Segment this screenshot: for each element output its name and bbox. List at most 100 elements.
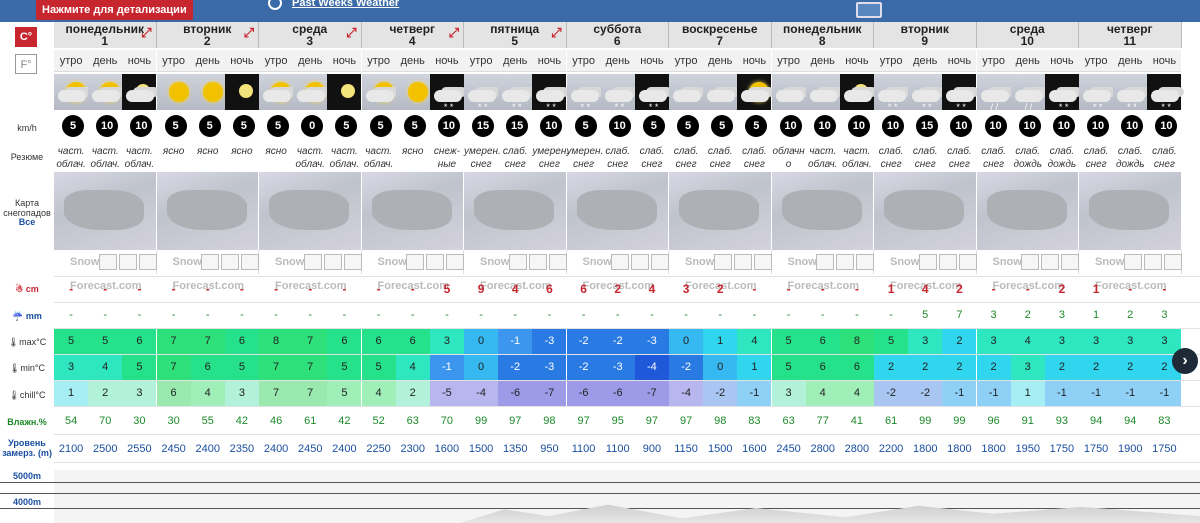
day-header[interactable]: понедельник 8	[771, 22, 874, 48]
time-of-day: утро	[771, 50, 806, 72]
share-icon[interactable]	[816, 254, 834, 270]
past-weeks-label[interactable]: Past Weeks Weather	[292, 0, 399, 9]
share-icon[interactable]	[1021, 254, 1039, 270]
day-header[interactable]: вторник 9	[874, 22, 977, 48]
rain-cell: -	[171, 309, 176, 321]
max-temp-cell: 5	[771, 328, 806, 354]
snow-map-thumbnail[interactable]	[54, 172, 157, 250]
snowflake-icon[interactable]	[651, 254, 669, 270]
summary-cell: слаб. дождь	[1047, 146, 1077, 170]
day-header[interactable]: четверг 11	[1079, 22, 1182, 48]
day-header[interactable]: среда 3 ⤢	[259, 22, 362, 48]
snow-map-thumbnail[interactable]	[1079, 172, 1182, 250]
next-arrow-icon[interactable]: ›	[1172, 348, 1198, 374]
share-icon[interactable]	[918, 254, 937, 270]
past-weeks-link[interactable]: Past Weeks Weather	[268, 0, 399, 10]
snow-map-thumbnail[interactable]	[669, 172, 772, 250]
wind-cell: 10	[1011, 112, 1045, 144]
summary-cell: умерен. снег	[532, 146, 570, 170]
snow-map-thumbnail[interactable]	[566, 172, 669, 250]
day-header[interactable]: вторник 2 ⤢	[156, 22, 259, 48]
wind-speed-icon: 5	[164, 115, 187, 137]
share-icon[interactable]	[611, 254, 629, 270]
snowflake-icon[interactable]	[138, 254, 157, 270]
expand-icon[interactable]: ⤢	[449, 26, 459, 39]
reply-icon[interactable]	[323, 254, 342, 270]
share-icon[interactable]	[98, 254, 117, 270]
humidity-cell: 30	[133, 415, 146, 427]
day-header[interactable]: пятница 5 ⤢	[464, 22, 567, 48]
reply-icon[interactable]	[733, 254, 752, 270]
share-icon[interactable]	[713, 254, 732, 270]
humidity-cell: 61	[304, 415, 317, 427]
freezing-level-cell: 2100	[58, 443, 84, 455]
expand-icon[interactable]: ⤢	[551, 26, 561, 39]
min-temp-cell: 5	[327, 354, 362, 380]
min-temp-cell: 4	[395, 354, 430, 380]
snowflake-icon[interactable]	[241, 254, 259, 270]
max-temp-cell: -1	[498, 328, 533, 354]
reply-icon[interactable]	[118, 254, 137, 270]
map-all-link[interactable]: Все	[0, 217, 54, 227]
day-header[interactable]: воскресенье 7	[669, 22, 772, 48]
summary-cell: ясно	[231, 146, 253, 157]
reply-icon[interactable]	[836, 254, 854, 270]
day-header[interactable]: суббота 6	[566, 22, 669, 48]
day-header[interactable]: четверг 4 ⤢	[361, 22, 464, 48]
snow-cell: -	[1162, 282, 1167, 296]
snow-cell: -	[205, 282, 210, 296]
snow-map-thumbnail[interactable]	[771, 172, 874, 250]
day-number: 11	[1123, 34, 1137, 48]
min-temp-cell: -2	[498, 354, 533, 380]
summary-cell: слаб. снег	[605, 146, 631, 170]
reply-icon[interactable]	[528, 254, 547, 270]
day-header[interactable]: понедельник 1 ⤢	[54, 22, 157, 48]
snow-map-thumbnail[interactable]	[156, 172, 259, 250]
snow-map-thumbnail[interactable]	[976, 172, 1079, 250]
brand-strip: Snow-Forecast.com	[669, 250, 772, 292]
reply-icon[interactable]	[938, 254, 957, 270]
freezing-level-cell: 2250	[366, 443, 391, 455]
fahrenheit-button[interactable]: F°	[15, 54, 37, 74]
reply-icon[interactable]	[1041, 254, 1059, 270]
snow-map-thumbnail[interactable]	[361, 172, 464, 250]
humidity-cell: 94	[1089, 415, 1103, 427]
snow-map-thumbnail[interactable]	[464, 172, 567, 250]
expand-icon[interactable]: ⤢	[244, 26, 254, 39]
snowflake-icon[interactable]	[548, 254, 567, 270]
share-icon[interactable]	[303, 254, 322, 270]
min-temp-cell: 2	[874, 354, 909, 380]
snowflake-icon[interactable]	[343, 254, 362, 270]
snowflake-icon[interactable]	[446, 254, 464, 270]
snow-cell: -	[69, 282, 74, 296]
share-icon[interactable]	[1123, 254, 1142, 270]
share-icon[interactable]	[508, 254, 527, 270]
snowflake-icon[interactable]	[753, 254, 772, 270]
share-icon[interactable]	[201, 254, 219, 270]
detail-button[interactable]: Нажмите для детализации	[36, 0, 193, 20]
snow-map-thumbnail[interactable]	[259, 172, 362, 250]
snowflake-icon[interactable]	[1163, 254, 1182, 270]
reply-icon[interactable]	[631, 254, 649, 270]
print-icon[interactable]	[856, 2, 882, 18]
rain-cell: 1	[1093, 309, 1100, 321]
reply-icon[interactable]	[426, 254, 444, 270]
share-icon[interactable]	[406, 254, 424, 270]
brand-strip: Snow-Forecast.com	[259, 250, 362, 292]
expand-icon[interactable]: ⤢	[346, 26, 356, 39]
snowflake-icon[interactable]	[958, 254, 977, 270]
day-header[interactable]: среда 10	[976, 22, 1079, 48]
expand-icon[interactable]: ⤢	[141, 26, 151, 39]
reply-icon[interactable]	[221, 254, 239, 270]
summary-cell: слаб. дождь	[1115, 146, 1145, 170]
snowflake-icon[interactable]	[1061, 254, 1079, 270]
snow-map-thumbnail[interactable]	[874, 172, 977, 250]
reply-icon[interactable]	[1143, 254, 1162, 270]
snowflake-icon[interactable]	[856, 254, 874, 270]
celsius-button[interactable]: C°	[15, 27, 37, 47]
chill-temp-cell: 5	[327, 380, 362, 406]
freezing-level-cell: 1800	[912, 443, 938, 455]
humidity-cell: 63	[406, 415, 419, 427]
summary-cell: ясно	[197, 146, 219, 157]
time-of-day: утро	[156, 50, 191, 72]
